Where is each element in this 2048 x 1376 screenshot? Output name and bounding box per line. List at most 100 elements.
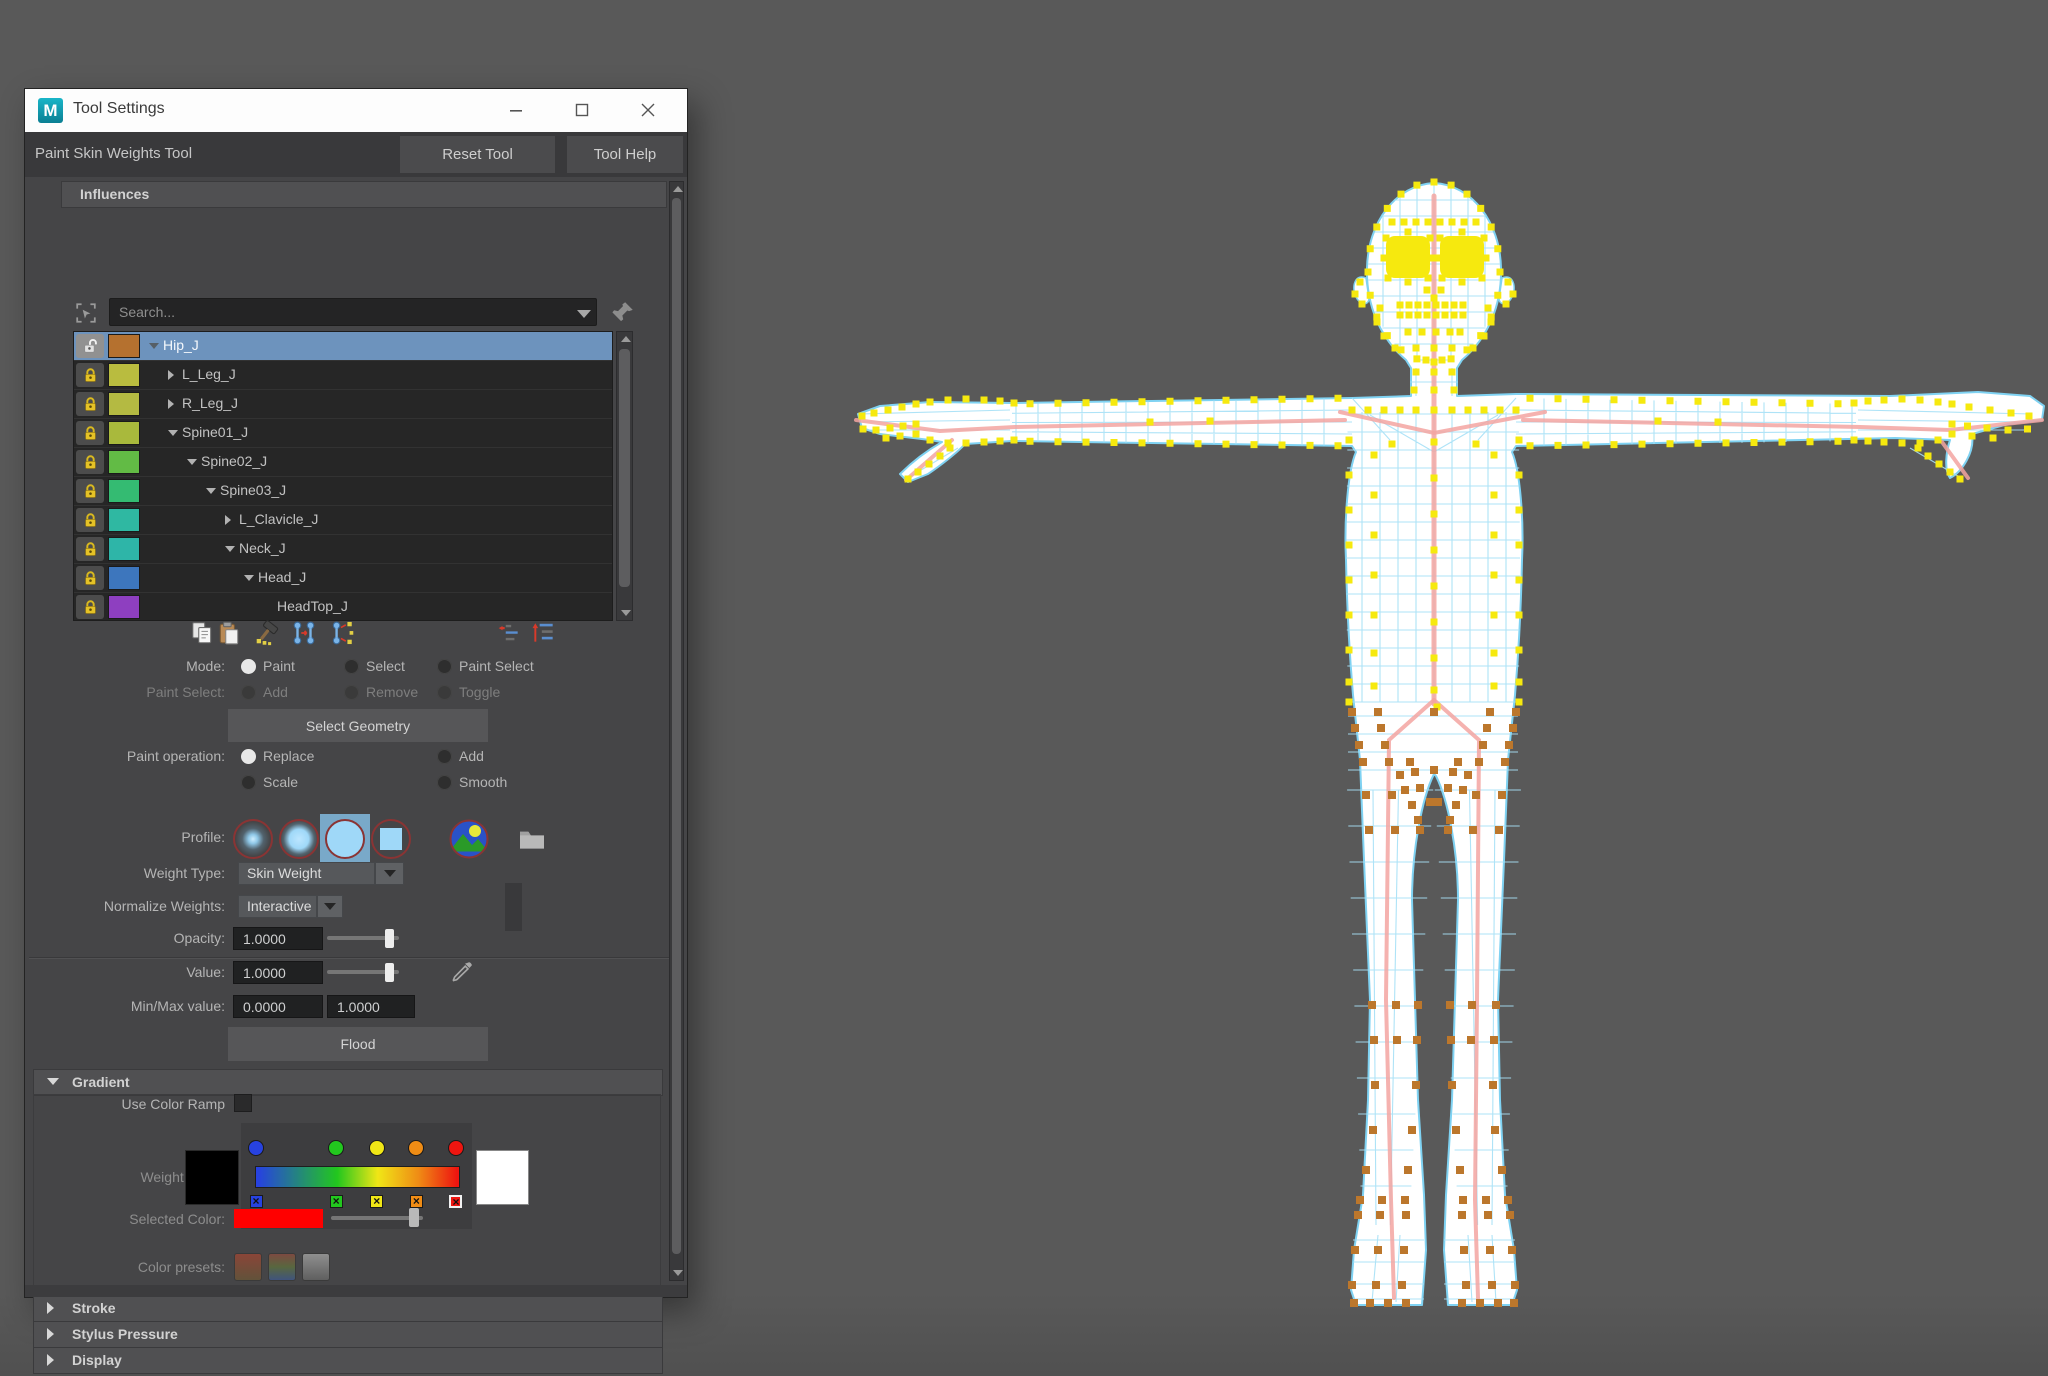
- sort-influences-hierarchy-icon[interactable]: [531, 620, 557, 646]
- opacity-slider-handle[interactable]: [385, 929, 394, 948]
- influence-search-input[interactable]: [109, 298, 597, 326]
- tool-help-button[interactable]: Tool Help: [567, 136, 683, 173]
- scroll-up-icon[interactable]: [621, 336, 631, 342]
- scroll-down-icon[interactable]: [673, 1270, 683, 1276]
- color-preset-1[interactable]: [268, 1253, 296, 1281]
- lock-toggle[interactable]: [76, 334, 104, 358]
- move-weights-target-icon[interactable]: [329, 620, 355, 646]
- paste-weights-icon[interactable]: [216, 620, 242, 646]
- lock-toggle[interactable]: [76, 566, 104, 590]
- influence-color-swatch[interactable]: [108, 363, 140, 387]
- weight-color-low-swatch[interactable]: [185, 1150, 239, 1205]
- influence-color-swatch[interactable]: [108, 508, 140, 532]
- flood-button[interactable]: Flood: [228, 1027, 488, 1061]
- mode-option-paint[interactable]: Paint: [241, 655, 295, 677]
- lock-toggle[interactable]: [76, 421, 104, 445]
- ramp-stop-handle-4[interactable]: [448, 1140, 464, 1156]
- influence-row-Spine02_J[interactable]: Spine02_J: [74, 448, 612, 477]
- influence-row-L_Leg_J[interactable]: L_Leg_J: [74, 361, 612, 390]
- tree-expanded-icon[interactable]: [149, 343, 159, 349]
- tree-expanded-icon[interactable]: [244, 575, 254, 581]
- weight-color-high-swatch[interactable]: [476, 1150, 529, 1205]
- maximize-button[interactable]: [559, 89, 605, 131]
- paint-operation-option-scale[interactable]: Scale: [241, 771, 298, 793]
- influence-row-HeadTop_J[interactable]: HeadTop_J: [74, 593, 612, 621]
- tree-expanded-icon[interactable]: [187, 459, 197, 465]
- influence-color-swatch[interactable]: [108, 421, 140, 445]
- eyedropper-icon[interactable]: [449, 957, 475, 985]
- selected-color-swatch[interactable]: [234, 1209, 323, 1228]
- influence-row-Spine01_J[interactable]: Spine01_J: [74, 419, 612, 448]
- paint-operation-option-add[interactable]: Add: [437, 745, 484, 767]
- weight-type-dropdown-arrow[interactable]: [375, 862, 404, 885]
- prune-weights-icon[interactable]: [254, 620, 280, 646]
- tree-expanded-icon[interactable]: [206, 488, 216, 494]
- influence-color-swatch[interactable]: [108, 392, 140, 416]
- ramp-stop-handle-1[interactable]: [328, 1140, 344, 1156]
- paint-operation-option-replace[interactable]: Replace: [241, 745, 314, 767]
- browse-folder-icon[interactable]: [517, 827, 547, 851]
- influence-color-swatch[interactable]: [108, 334, 140, 358]
- lock-toggle[interactable]: [76, 450, 104, 474]
- close-button[interactable]: [625, 89, 671, 131]
- square-brush[interactable]: [371, 819, 411, 859]
- stroke-section-header[interactable]: Stroke: [33, 1295, 663, 1322]
- joint-list-scrollbar[interactable]: [616, 331, 633, 621]
- lock-toggle[interactable]: [76, 392, 104, 416]
- influence-color-swatch[interactable]: [108, 566, 140, 590]
- influence-row-Head_J[interactable]: Head_J: [74, 564, 612, 593]
- value-field[interactable]: [233, 961, 323, 984]
- weight-type-dropdown[interactable]: Skin Weight: [238, 862, 375, 885]
- influences-section-header[interactable]: Influences: [61, 181, 667, 208]
- influence-row-L_Clavicle_J[interactable]: L_Clavicle_J: [74, 506, 612, 535]
- ramp-stop-delete-3[interactable]: ×: [410, 1195, 423, 1208]
- search-filter-dropdown-icon[interactable]: [577, 310, 591, 318]
- lock-toggle[interactable]: [76, 537, 104, 561]
- paint-select-option-toggle[interactable]: Toggle: [437, 681, 500, 703]
- minimize-button[interactable]: [493, 89, 539, 131]
- value-slider-handle[interactable]: [385, 963, 394, 982]
- use-color-ramp-checkbox[interactable]: [234, 1094, 252, 1112]
- solid-brush[interactable]: [325, 819, 365, 859]
- gaussian-brush[interactable]: [233, 819, 273, 859]
- move-weights-icon[interactable]: [291, 620, 317, 646]
- ramp-stop-handle-0[interactable]: [248, 1140, 264, 1156]
- copy-weights-icon[interactable]: [189, 620, 215, 646]
- scroll-up-icon[interactable]: [673, 186, 683, 192]
- soft-brush[interactable]: [279, 819, 319, 859]
- stylus-pressure-section-header[interactable]: Stylus Pressure: [33, 1321, 663, 1348]
- normalize-weights-dropdown[interactable]: Interactive: [238, 895, 317, 918]
- normalize-weights-dropdown-arrow[interactable]: [317, 895, 343, 918]
- opacity-field[interactable]: [233, 927, 323, 950]
- ramp-stop-handle-2[interactable]: [369, 1140, 385, 1156]
- influence-row-Spine03_J[interactable]: Spine03_J: [74, 477, 612, 506]
- paint-operation-option-smooth[interactable]: Smooth: [437, 771, 507, 793]
- influence-color-swatch[interactable]: [108, 595, 140, 619]
- scrollbar-thumb[interactable]: [672, 198, 681, 1254]
- scrollbar-thumb[interactable]: [619, 349, 630, 587]
- influence-row-R_Leg_J[interactable]: R_Leg_J: [74, 390, 612, 419]
- ramp-stop-delete-1[interactable]: ×: [330, 1195, 343, 1208]
- paint-select-option-add[interactable]: Add: [241, 681, 288, 703]
- influence-color-swatch[interactable]: [108, 450, 140, 474]
- lock-toggle[interactable]: [76, 508, 104, 532]
- tree-collapsed-icon[interactable]: [225, 515, 231, 525]
- color-ramp-gradient-bar[interactable]: [255, 1166, 460, 1188]
- image-brush[interactable]: [449, 819, 489, 859]
- reset-tool-button[interactable]: Reset Tool: [400, 136, 555, 173]
- lock-toggle[interactable]: [76, 479, 104, 503]
- influence-row-Hip_J[interactable]: Hip_J: [74, 332, 612, 361]
- selection-marquee-icon[interactable]: [75, 302, 97, 324]
- scroll-down-icon[interactable]: [621, 610, 631, 616]
- min-value-field[interactable]: [233, 995, 323, 1018]
- tree-expanded-icon[interactable]: [225, 546, 235, 552]
- influence-color-swatch[interactable]: [108, 479, 140, 503]
- select-geometry-button[interactable]: Select Geometry: [228, 709, 488, 742]
- ramp-stop-handle-3[interactable]: [408, 1140, 424, 1156]
- ramp-stop-delete-0[interactable]: ×: [250, 1195, 263, 1208]
- ramp-stop-delete-2[interactable]: ×: [370, 1195, 383, 1208]
- selected-color-slider-handle[interactable]: [409, 1208, 419, 1227]
- tree-expanded-icon[interactable]: [168, 430, 178, 436]
- sort-influences-flat-icon[interactable]: [496, 620, 522, 646]
- paint-select-option-remove[interactable]: Remove: [344, 681, 418, 703]
